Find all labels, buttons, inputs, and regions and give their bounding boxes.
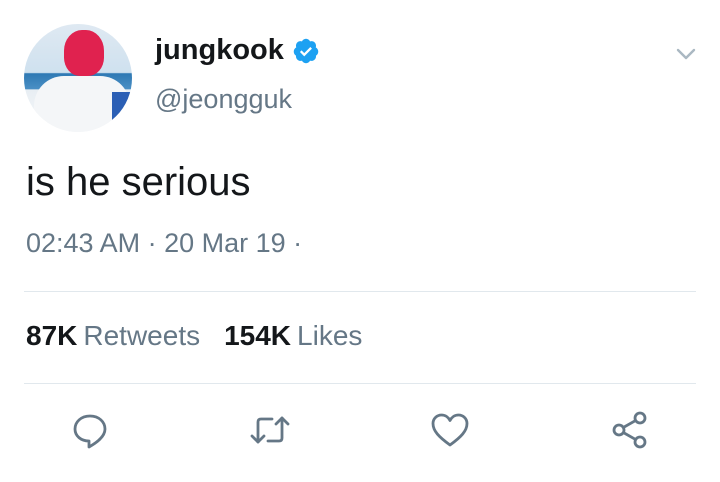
reply-button[interactable] xyxy=(68,408,112,452)
divider xyxy=(24,291,696,292)
likes-stat[interactable]: 154K Likes xyxy=(224,320,362,352)
avatar-flag xyxy=(112,92,132,132)
retweets-count: 87K xyxy=(26,320,78,351)
likes-label: Likes xyxy=(297,320,363,351)
retweets-label: Retweets xyxy=(83,320,201,351)
tweet-stats: 87K Retweets 154K Likes xyxy=(26,320,362,352)
tweet-text: is he serious xyxy=(26,160,251,204)
like-button[interactable] xyxy=(428,408,472,452)
retweet-button[interactable] xyxy=(248,408,292,452)
retweets-stat[interactable]: 87K Retweets xyxy=(26,320,200,352)
likes-count: 154K xyxy=(224,320,292,351)
share-icon xyxy=(612,411,647,449)
avatar[interactable] xyxy=(24,24,132,132)
user-handle[interactable]: @jeongguk xyxy=(155,84,292,115)
retweet-icon xyxy=(250,416,290,444)
chevron-down-icon[interactable] xyxy=(672,40,700,68)
verified-badge-icon xyxy=(292,37,320,65)
share-button[interactable] xyxy=(608,408,652,452)
heart-icon xyxy=(431,413,469,447)
user-name-row[interactable]: jungkook xyxy=(155,34,320,67)
tweet-timestamp: 02:43 AM · 20 Mar 19 · xyxy=(26,228,302,259)
meta-separator: · xyxy=(140,228,165,258)
reply-icon xyxy=(73,414,107,449)
tweet-date: 20 Mar 19 xyxy=(164,228,286,258)
meta-trailing-separator: · xyxy=(285,228,303,258)
tweet-time: 02:43 AM xyxy=(26,228,141,258)
display-name[interactable]: jungkook xyxy=(155,34,284,67)
divider xyxy=(24,383,696,384)
avatar-hair xyxy=(64,30,104,76)
